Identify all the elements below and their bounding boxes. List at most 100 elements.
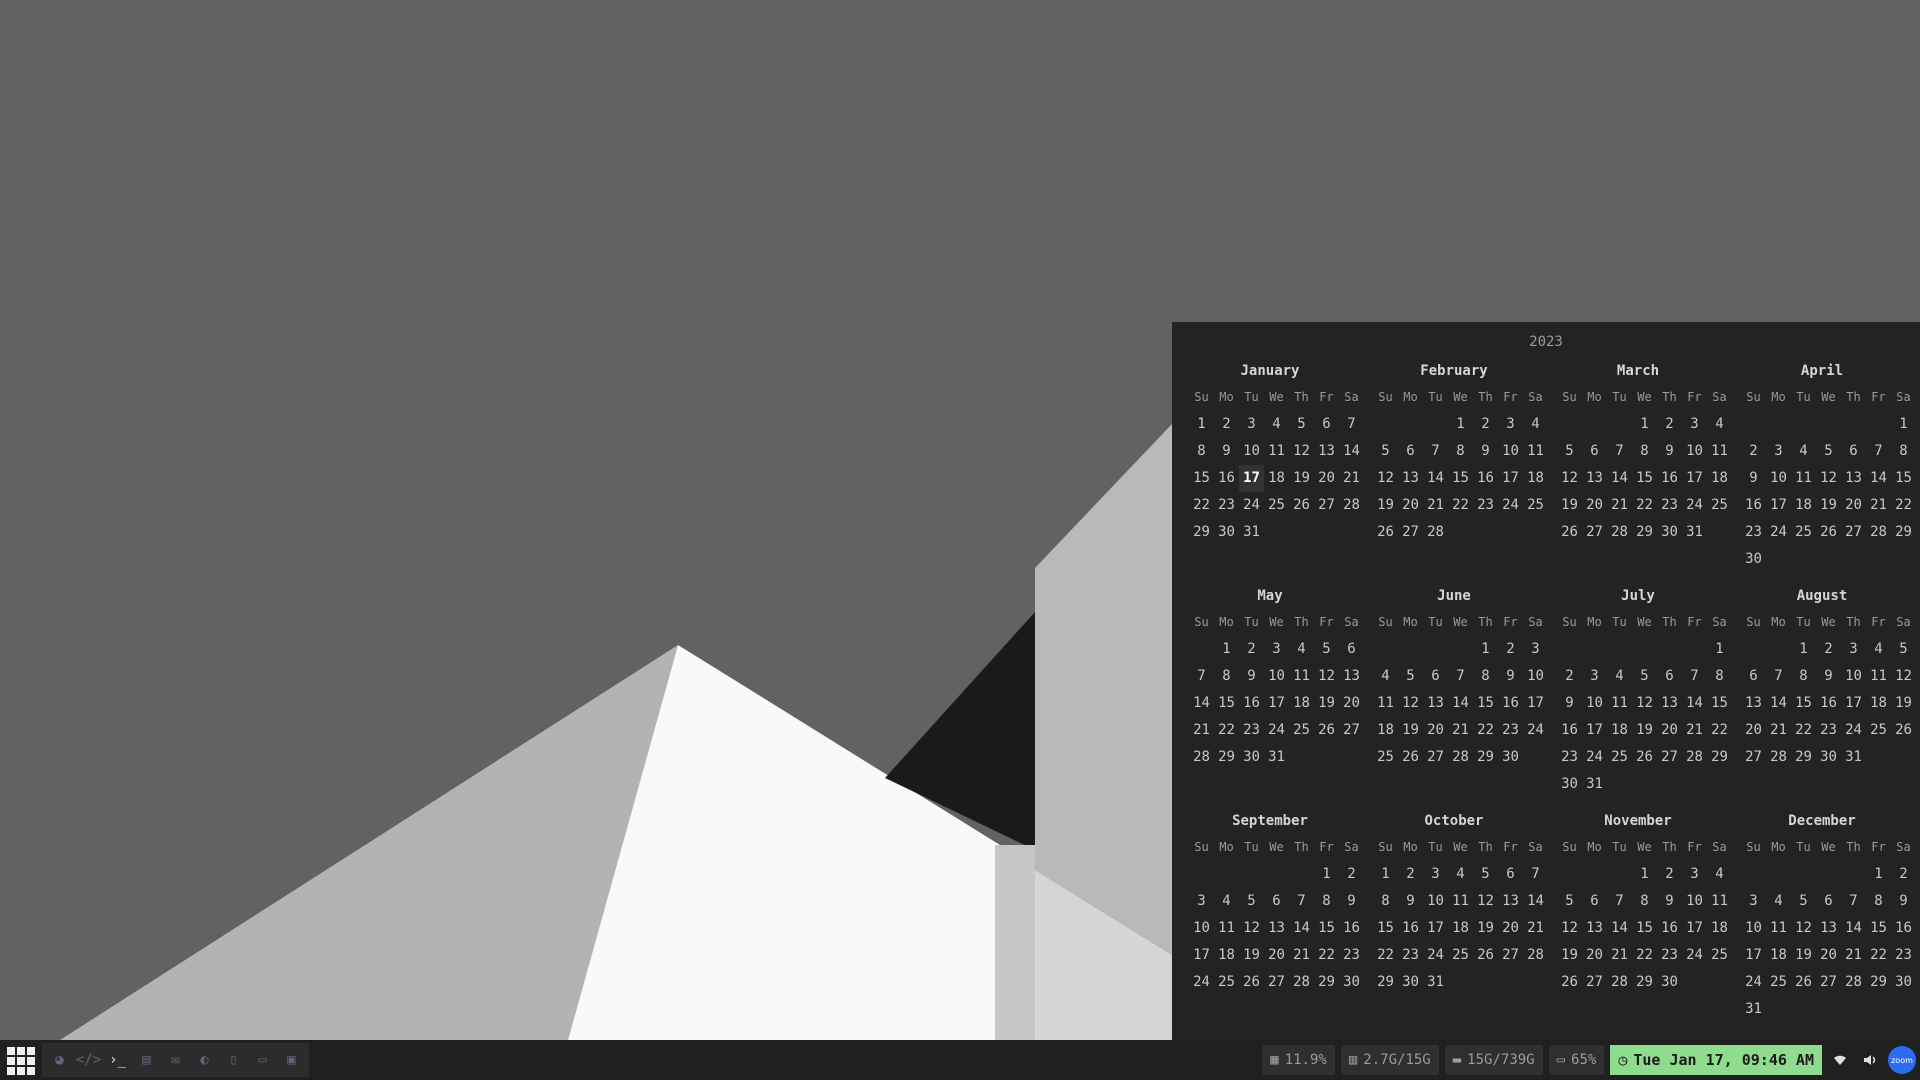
calendar-day[interactable]: 12 <box>1891 663 1916 690</box>
volume-icon[interactable] <box>1858 1048 1882 1072</box>
palette-icon[interactable]: ◐ <box>193 1049 216 1072</box>
calendar-day[interactable]: 2 <box>1891 861 1916 888</box>
calendar-day[interactable]: 22 <box>1707 717 1732 744</box>
calendar-day[interactable]: 16 <box>1339 915 1364 942</box>
calendar-day[interactable]: 8 <box>1189 438 1214 465</box>
calendar-day[interactable]: 7 <box>1682 663 1707 690</box>
calendar-day[interactable]: 23 <box>1657 492 1682 519</box>
calendar-day[interactable]: 25 <box>1766 969 1791 996</box>
calendar-day[interactable]: 1 <box>1314 861 1339 888</box>
lock-icon[interactable]: ▣ <box>280 1049 303 1072</box>
calendar-day[interactable]: 29 <box>1632 969 1657 996</box>
calendar-day[interactable]: 4 <box>1289 636 1314 663</box>
calendar-day[interactable]: 20 <box>1816 942 1841 969</box>
calendar-day[interactable]: 28 <box>1607 969 1632 996</box>
zoom-icon[interactable]: zoom <box>1888 1046 1916 1074</box>
calendar-day[interactable]: 28 <box>1339 492 1364 519</box>
calendar-day[interactable]: 25 <box>1289 717 1314 744</box>
calendar-day[interactable]: 5 <box>1791 888 1816 915</box>
app-launcher-button[interactable] <box>4 1044 36 1076</box>
calendar-day[interactable]: 18 <box>1766 942 1791 969</box>
calendar-day[interactable]: 4 <box>1707 411 1732 438</box>
calendar-day[interactable]: 19 <box>1289 465 1314 492</box>
calendar-day[interactable]: 30 <box>1214 519 1239 546</box>
calendar-day[interactable]: 28 <box>1682 744 1707 771</box>
calendar-day[interactable]: 2 <box>1657 861 1682 888</box>
cpu-usage[interactable]: ▦ 11.9% <box>1262 1045 1335 1075</box>
calendar-day[interactable]: 11 <box>1707 438 1732 465</box>
calendar-day[interactable]: 29 <box>1314 969 1339 996</box>
calendar-day[interactable]: 15 <box>1448 465 1473 492</box>
calendar-day[interactable]: 8 <box>1314 888 1339 915</box>
calendar-day[interactable]: 7 <box>1289 888 1314 915</box>
calendar-day[interactable]: 2 <box>1214 411 1239 438</box>
calendar-day[interactable]: 15 <box>1473 690 1498 717</box>
calendar-day[interactable]: 26 <box>1373 519 1398 546</box>
calendar-day[interactable]: 17 <box>1498 465 1523 492</box>
calendar-day[interactable]: 31 <box>1239 519 1264 546</box>
calendar-day[interactable]: 29 <box>1632 519 1657 546</box>
calendar-day[interactable]: 8 <box>1214 663 1239 690</box>
calendar-day[interactable]: 23 <box>1891 942 1916 969</box>
calendar-day[interactable]: 30 <box>1398 969 1423 996</box>
calendar-day[interactable]: 17 <box>1423 915 1448 942</box>
calendar-day[interactable]: 28 <box>1523 942 1548 969</box>
calendar-day[interactable]: 6 <box>1339 636 1364 663</box>
calendar-day[interactable]: 21 <box>1866 492 1891 519</box>
calendar-day[interactable]: 24 <box>1423 942 1448 969</box>
calendar-day[interactable]: 29 <box>1891 519 1916 546</box>
calendar-day[interactable]: 20 <box>1498 915 1523 942</box>
calendar-day[interactable]: 24 <box>1682 942 1707 969</box>
calendar-day[interactable]: 17 <box>1582 717 1607 744</box>
calendar-day[interactable]: 10 <box>1841 663 1866 690</box>
calendar-day[interactable]: 6 <box>1582 438 1607 465</box>
calendar-day[interactable]: 27 <box>1841 519 1866 546</box>
calendar-day[interactable]: 1 <box>1866 861 1891 888</box>
calendar-day[interactable]: 6 <box>1498 861 1523 888</box>
calendar-day[interactable]: 31 <box>1264 744 1289 771</box>
calendar-day[interactable]: 24 <box>1766 519 1791 546</box>
calendar-day[interactable]: 20 <box>1841 492 1866 519</box>
calendar-day[interactable]: 4 <box>1707 861 1732 888</box>
calendar-day[interactable]: 22 <box>1448 492 1473 519</box>
calendar-day[interactable]: 6 <box>1741 663 1766 690</box>
calendar-day[interactable]: 7 <box>1866 438 1891 465</box>
calendar-day[interactable]: 3 <box>1741 888 1766 915</box>
calendar-day[interactable]: 9 <box>1473 438 1498 465</box>
calendar-day[interactable]: 17 <box>1766 492 1791 519</box>
wifi-icon[interactable] <box>1828 1048 1852 1072</box>
calendar-day[interactable]: 1 <box>1473 636 1498 663</box>
calendar-day[interactable]: 4 <box>1214 888 1239 915</box>
calendar-day[interactable]: 20 <box>1264 942 1289 969</box>
calendar-day[interactable]: 13 <box>1264 915 1289 942</box>
terminal-icon[interactable]: ›_ <box>106 1049 129 1072</box>
calendar-day[interactable]: 20 <box>1657 717 1682 744</box>
calendar-day[interactable]: 14 <box>1423 465 1448 492</box>
code-editor-icon[interactable]: </> <box>76 1049 101 1072</box>
calendar-day[interactable]: 30 <box>1891 969 1916 996</box>
calendar-day[interactable]: 27 <box>1339 717 1364 744</box>
calendar-day[interactable]: 22 <box>1791 717 1816 744</box>
calendar-day[interactable]: 5 <box>1239 888 1264 915</box>
calendar-day[interactable]: 17 <box>1239 465 1264 492</box>
calendar-day[interactable]: 14 <box>1289 915 1314 942</box>
calendar-day[interactable]: 26 <box>1816 519 1841 546</box>
calendar-day[interactable]: 13 <box>1841 465 1866 492</box>
calendar-day[interactable]: 21 <box>1448 717 1473 744</box>
calendar-day[interactable]: 2 <box>1398 861 1423 888</box>
calendar-day[interactable]: 18 <box>1707 465 1732 492</box>
calendar-day[interactable]: 9 <box>1816 663 1841 690</box>
calendar-day[interactable]: 25 <box>1707 942 1732 969</box>
calendar-day[interactable]: 24 <box>1582 744 1607 771</box>
calendar-day[interactable]: 24 <box>1841 717 1866 744</box>
calendar-day[interactable]: 19 <box>1398 717 1423 744</box>
calendar-day[interactable]: 13 <box>1423 690 1448 717</box>
calendar-day[interactable]: 6 <box>1264 888 1289 915</box>
calendar-day[interactable]: 21 <box>1682 717 1707 744</box>
calendar-day[interactable]: 25 <box>1523 492 1548 519</box>
calendar-day[interactable]: 10 <box>1682 888 1707 915</box>
calendar-day[interactable]: 28 <box>1189 744 1214 771</box>
calendar-day[interactable]: 18 <box>1866 690 1891 717</box>
calendar-day[interactable]: 26 <box>1632 744 1657 771</box>
calendar-day[interactable]: 27 <box>1398 519 1423 546</box>
